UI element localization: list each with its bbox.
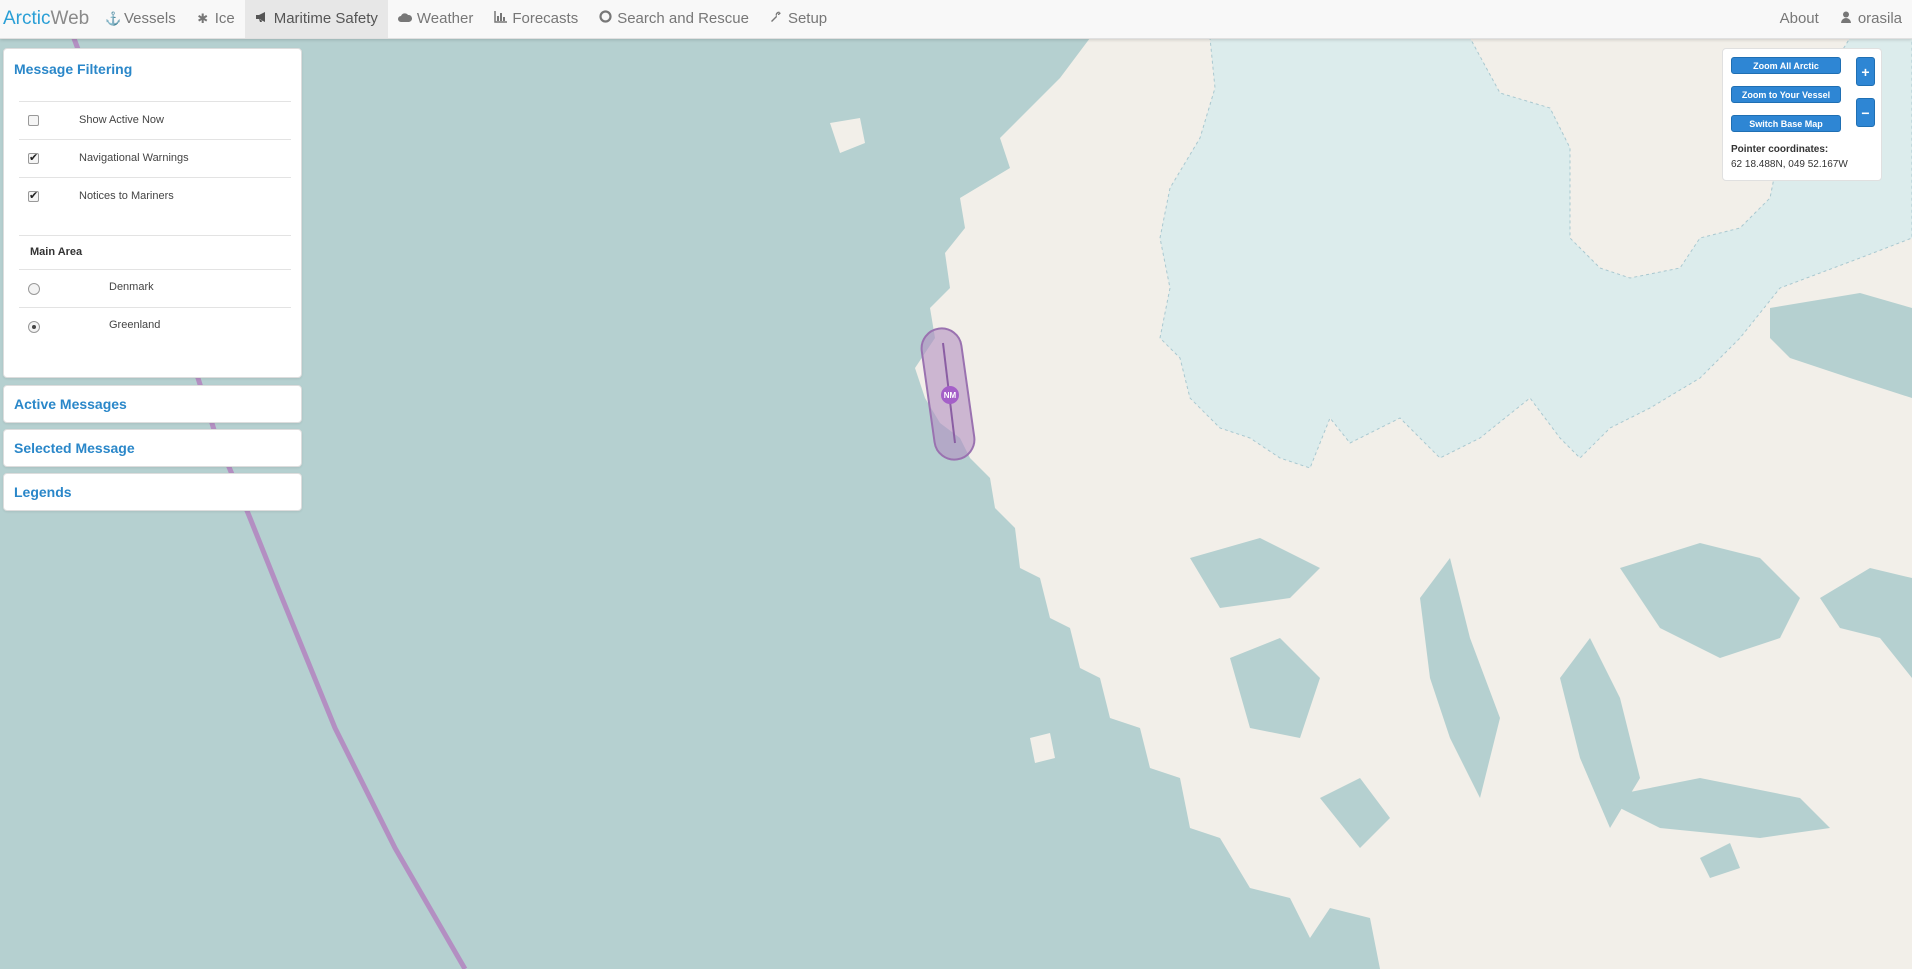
switch-base-map-button[interactable]: Switch Base Map [1731,115,1841,132]
wrench-icon [769,1,783,37]
legends-title[interactable]: Legends [4,474,301,510]
area-row-greenland: Greenland [19,307,291,345]
filter-label: Show Active Now [79,114,164,126]
nav-search-and-rescue[interactable]: Search and Rescue [588,0,759,38]
message-filtering-title[interactable]: Message Filtering [4,49,301,77]
user-nav: About orasila [1770,0,1912,38]
brand-logo[interactable]: ArcticWeb [3,8,89,30]
chart-icon [493,1,507,37]
cloud-icon [397,1,412,37]
filter-row-show-active: Show Active Now [19,101,291,139]
nav-ice[interactable]: ✱ Ice [186,0,245,38]
life-ring-icon [598,1,612,37]
filter-row-nav-warnings: ✔ Navigational Warnings [19,139,291,177]
legends-panel[interactable]: Legends [3,473,302,511]
navigational-warnings-checkbox[interactable]: ✔ [28,153,39,164]
zoom-out-button[interactable]: − [1856,98,1875,127]
filter-label: Navigational Warnings [79,152,189,164]
bullhorn-icon [255,1,269,37]
nav-weather[interactable]: Weather [388,0,483,38]
area-row-denmark: Denmark [19,269,291,307]
selected-message-panel[interactable]: Selected Message [3,429,302,467]
zoom-in-button[interactable]: + [1856,57,1875,86]
nav-forecasts[interactable]: Forecasts [483,0,588,38]
main-nav: ⚓ Vessels ✱ Ice Maritime Safety Weather … [95,0,837,38]
active-messages-title[interactable]: Active Messages [4,386,301,422]
nav-user-menu[interactable]: orasila [1829,0,1912,38]
area-label: Greenland [109,319,161,331]
top-navbar: ArcticWeb ⚓ Vessels ✱ Ice Maritime Safet… [0,0,1912,39]
pointer-coordinates-value: 62 18.488N, 049 52.167W [1731,159,1848,170]
notices-to-mariners-checkbox[interactable]: ✔ [28,191,39,202]
nm-marker-label: NM [944,391,957,400]
filter-options: Show Active Now ✔ Navigational Warnings … [19,101,291,345]
area-label: Denmark [109,281,154,293]
pointer-coordinates-label: Pointer coordinates: [1731,144,1829,155]
filter-label: Notices to Mariners [79,190,174,202]
zoom-to-vessel-button[interactable]: Zoom to Your Vessel [1731,86,1841,103]
denmark-radio[interactable] [28,283,40,295]
active-messages-panel[interactable]: Active Messages [3,385,302,423]
nav-setup[interactable]: Setup [759,0,837,38]
nav-maritime-safety[interactable]: Maritime Safety [244,0,388,38]
greenland-radio[interactable] [28,321,40,333]
nav-vessels[interactable]: ⚓ Vessels [95,0,186,38]
asterisk-icon: ✱ [197,11,209,26]
selected-message-title[interactable]: Selected Message [4,430,301,466]
anchor-icon: ⚓ [105,11,122,26]
show-active-now-checkbox[interactable] [28,115,39,126]
nav-about[interactable]: About [1770,0,1829,38]
filter-row-notices: ✔ Notices to Mariners [19,177,291,215]
main-area-heading: Main Area [19,235,291,269]
user-icon [1839,1,1853,37]
message-filtering-panel: Message Filtering Show Active Now ✔ Navi… [3,48,302,378]
zoom-all-arctic-button[interactable]: Zoom All Arctic [1731,57,1841,74]
